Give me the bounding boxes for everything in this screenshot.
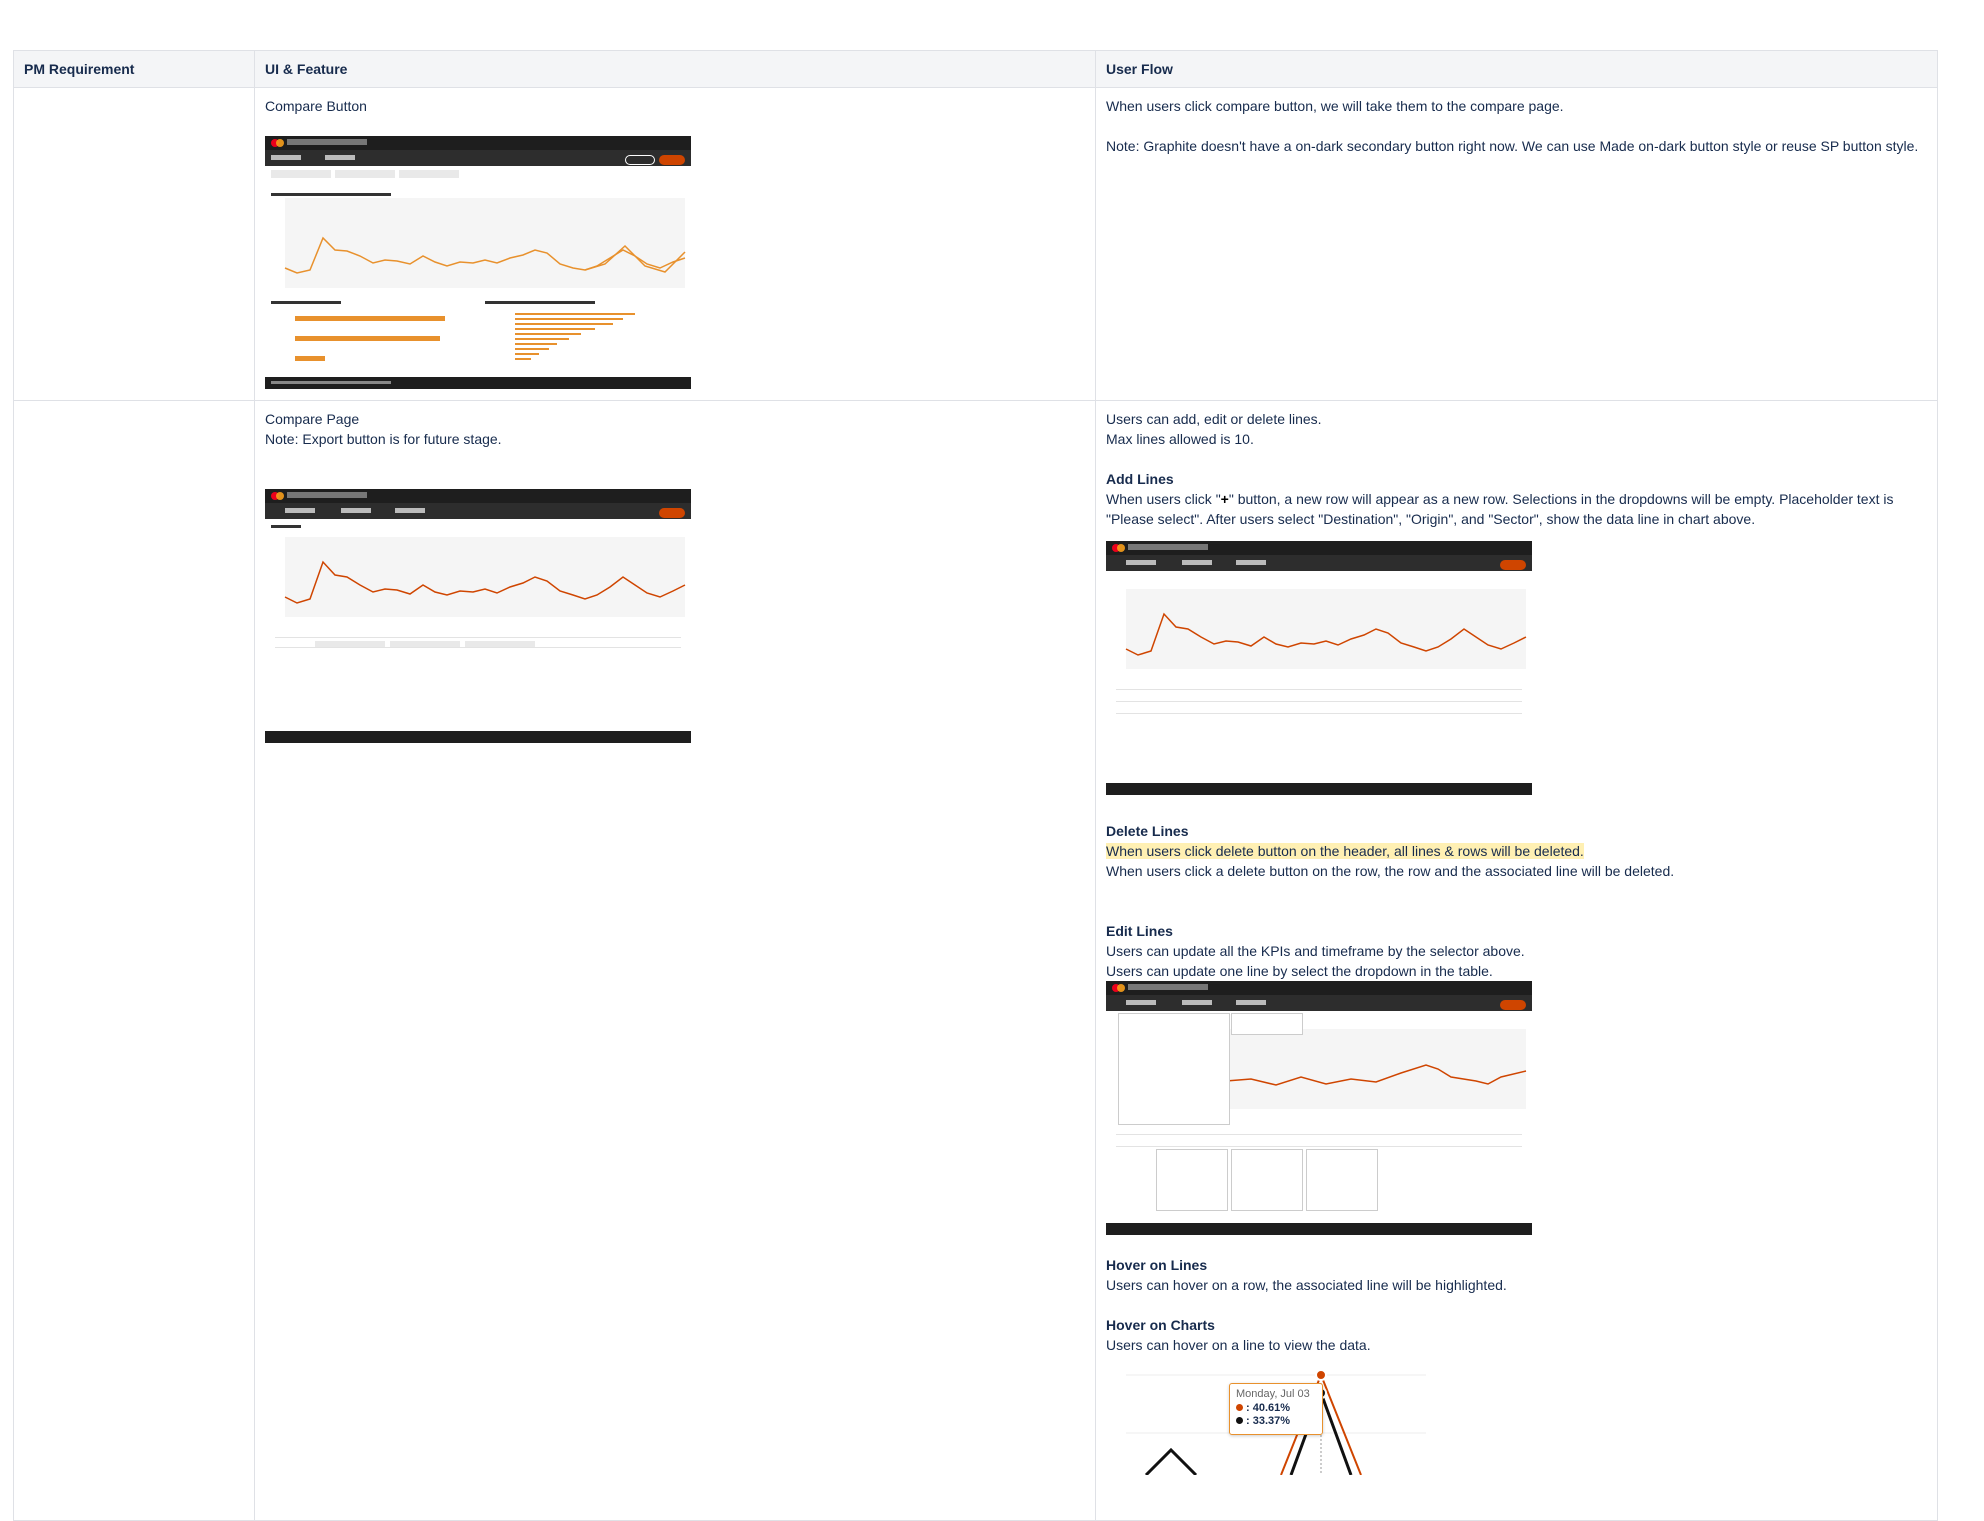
add-lines-heading: Add Lines — [1106, 471, 1174, 487]
tooltip-value: : 33.37% — [1246, 1415, 1291, 1427]
feature-title: Compare Page — [265, 411, 360, 427]
app-header — [265, 489, 691, 503]
legend-dot-icon — [1236, 1404, 1243, 1411]
dropdown-list — [1231, 1149, 1303, 1211]
user-flow-cell: When users click compare button, we will… — [1095, 87, 1938, 401]
export-button-thumb — [659, 155, 685, 165]
hover-lines-text: Users can hover on a row, the associated… — [1106, 1277, 1507, 1293]
feature-note: Note: Export button is for future stage. — [265, 431, 502, 447]
top-sectors-bar-chart — [295, 316, 445, 361]
dropdown-list — [1306, 1149, 1378, 1211]
compare-button-thumb — [625, 155, 655, 165]
delete-lines-text: When users click delete button on the he… — [1106, 841, 1927, 861]
add-lines-screenshot — [1106, 541, 1532, 795]
tooltip-row: : 40.61% — [1230, 1402, 1322, 1415]
intro-line: Max lines allowed is 10. — [1106, 431, 1254, 447]
app-header — [1106, 541, 1532, 555]
delete-lines-heading: Delete Lines — [1106, 823, 1189, 839]
user-flow-cell: Users can add, edit or delete lines. Max… — [1095, 400, 1938, 1521]
flow-note: Note: Graphite doesn't have a on-dark se… — [1106, 138, 1919, 154]
hover-charts-text: Users can hover on a line to view the da… — [1106, 1337, 1371, 1353]
add-lines-text-part: When users click " — [1106, 491, 1221, 507]
edit-lines-heading: Edit Lines — [1106, 923, 1173, 939]
date-picker-popover — [1118, 1013, 1230, 1125]
dropdown-list — [1156, 1149, 1228, 1211]
trend-line-chart — [284, 198, 686, 288]
top-origins-bar-chart — [515, 313, 635, 360]
tooltip: Monday, Jul 03 : 40.61% : 33.37% — [1229, 1383, 1323, 1435]
table-row: Compare Page Note: Export button is for … — [13, 400, 1938, 1521]
kpi-dropdown-popover — [1231, 1013, 1303, 1035]
header-row: PM Requirement UI & Feature User Flow — [13, 50, 1938, 88]
ui-feature-cell: Compare Button — [254, 87, 1096, 401]
pm-cell — [13, 87, 255, 401]
comparison-line-chart — [284, 537, 686, 617]
flow-text: When users click compare button, we will… — [1106, 98, 1564, 114]
comparison-line-chart — [1225, 1029, 1527, 1109]
compare-page-screenshot — [265, 489, 691, 743]
filter-bar — [1106, 555, 1532, 571]
filter-bar — [265, 503, 691, 519]
comparison-line-chart — [1125, 589, 1527, 669]
export-button-thumb — [659, 508, 685, 518]
intro-line: Users can add, edit or delete lines. — [1106, 411, 1322, 427]
filter-bar — [265, 150, 691, 166]
hover-lines-heading: Hover on Lines — [1106, 1257, 1208, 1273]
tooltip-value: : 40.61% — [1246, 1402, 1291, 1414]
pm-cell — [13, 400, 255, 1521]
app-header — [1106, 981, 1532, 995]
col-pm-requirement: PM Requirement — [13, 50, 255, 88]
tooltip-row: : 33.37% — [1230, 1415, 1322, 1428]
app-header — [265, 136, 691, 150]
ui-feature-cell: Compare Page Note: Export button is for … — [254, 400, 1096, 1521]
edit-lines-screenshot — [1106, 981, 1532, 1235]
legend-dot-icon — [1236, 1417, 1243, 1424]
table-row: Compare Button When users click compare … — [13, 87, 1938, 401]
tooltip-date: Monday, Jul 03 — [1236, 1388, 1310, 1400]
export-button-thumb — [1500, 1000, 1526, 1010]
edit-lines-text: Users can update one line by select the … — [1106, 963, 1493, 979]
delete-all-highlight: When users click delete button on the he… — [1106, 843, 1584, 859]
plus-symbol: + — [1220, 491, 1229, 507]
col-user-flow: User Flow — [1095, 50, 1938, 88]
hover-tooltip-screenshot: Monday, Jul 03 : 40.61% : 33.37% — [1106, 1365, 1426, 1475]
export-button-thumb — [1500, 560, 1526, 570]
col-ui-feature: UI & Feature — [254, 50, 1096, 88]
app-footer — [265, 377, 691, 389]
dashboard-screenshot — [265, 136, 691, 389]
requirements-table: PM Requirement UI & Feature User Flow Co… — [13, 50, 1938, 1521]
filter-bar — [1106, 995, 1532, 1011]
add-lines-text: When users click "+" button, a new row w… — [1106, 489, 1927, 529]
hover-charts-heading: Hover on Charts — [1106, 1317, 1215, 1333]
feature-title: Compare Button — [265, 98, 367, 114]
edit-lines-text: Users can update all the KPIs and timefr… — [1106, 943, 1525, 959]
delete-row-text: When users click a delete button on the … — [1106, 863, 1675, 879]
